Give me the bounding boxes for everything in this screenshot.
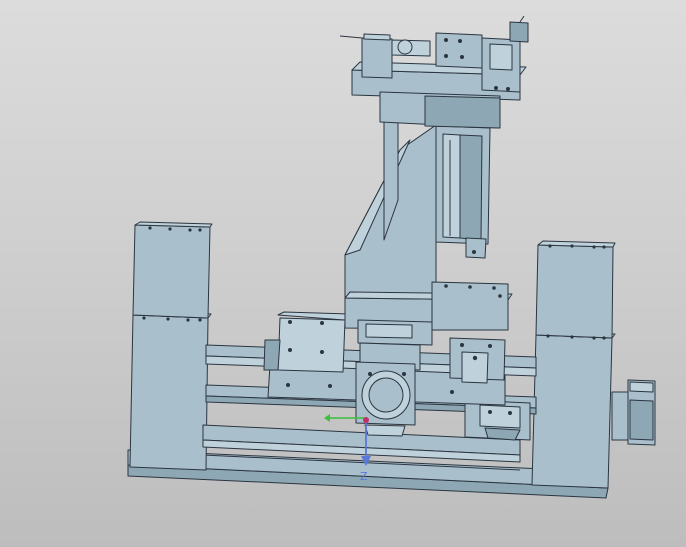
vertical-linear-module	[435, 125, 491, 259]
top-head-assembly	[339, 15, 529, 129]
side-motor	[611, 379, 656, 446]
z-axis-label: Z	[360, 470, 368, 483]
triad-origin	[363, 417, 369, 423]
3d-viewport[interactable]: Z	[0, 0, 686, 547]
left-column	[129, 221, 213, 471]
x-axis-arrowhead	[324, 414, 330, 422]
right-rail-block	[464, 399, 531, 441]
cad-model-render[interactable]: Z	[0, 0, 686, 547]
carriage-motor	[355, 361, 416, 437]
right-column	[531, 240, 616, 489]
